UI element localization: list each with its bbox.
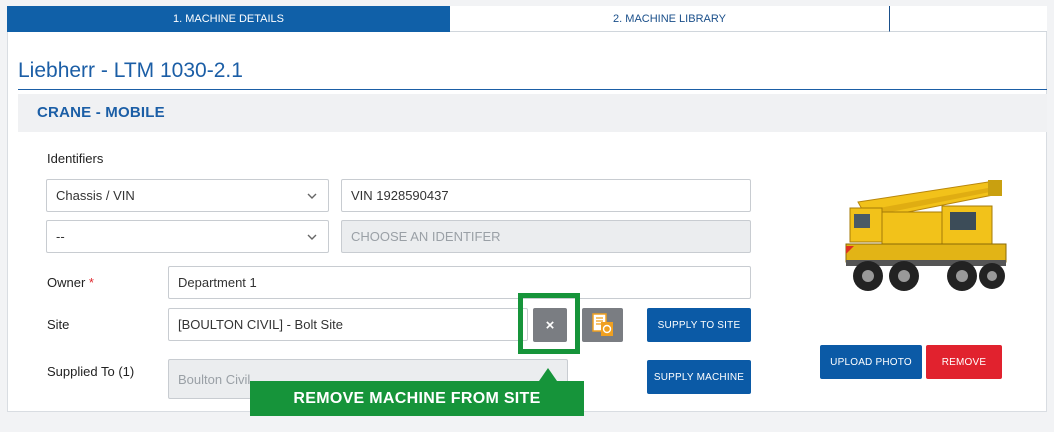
site-documents-button[interactable] <box>582 308 623 342</box>
identifier-type-select-2[interactable]: -- <box>46 220 329 253</box>
machine-category: CRANE - MOBILE <box>37 104 165 121</box>
supply-to-site-button[interactable]: SUPPLY TO SITE <box>647 308 751 342</box>
machine-title: Liebherr - LTM 1030-2.1 <box>18 59 243 82</box>
chevron-down-icon <box>307 234 317 240</box>
identifier-type-value-1: Chassis / VIN <box>56 188 135 203</box>
identifier-type-value-2: -- <box>56 229 65 244</box>
identifier-value-input-2[interactable]: CHOOSE AN IDENTIFER <box>341 220 751 253</box>
machine-photo <box>845 180 1007 291</box>
chevron-down-icon <box>307 193 317 199</box>
remove-photo-button[interactable]: REMOVE <box>926 345 1002 379</box>
identifier-value-input-1[interactable]: VIN 1928590437 <box>341 179 751 212</box>
upload-photo-button[interactable]: UPLOAD PHOTO <box>820 345 922 379</box>
tab-machine-details[interactable]: 1. MACHINE DETAILS <box>7 6 450 32</box>
identifier-type-select-1[interactable]: Chassis / VIN <box>46 179 329 212</box>
tab-bar: 1. MACHINE DETAILS 2. MACHINE LIBRARY <box>7 6 1047 32</box>
highlight-box <box>518 293 580 354</box>
callout-arrow <box>539 368 557 381</box>
tab-machine-library[interactable]: 2. MACHINE LIBRARY <box>450 6 890 32</box>
tab-empty <box>890 6 1047 32</box>
document-refresh-icon <box>591 313 613 336</box>
supplied-to-label: Supplied To (1) <box>47 364 135 379</box>
identifiers-label: Identifiers <box>47 151 104 166</box>
remove-machine-callout: REMOVE MACHINE FROM SITE <box>250 381 584 416</box>
site-label: Site <box>47 317 70 332</box>
site-input[interactable]: [BOULTON CIVIL] - Bolt Site <box>168 308 528 341</box>
owner-label: Owner * <box>47 275 94 290</box>
title-divider <box>18 89 1047 90</box>
owner-input[interactable]: Department 1 <box>168 266 751 299</box>
owner-label-text: Owner <box>47 275 86 290</box>
required-marker: * <box>88 275 94 290</box>
supply-machine-button[interactable]: SUPPLY MACHINE <box>647 360 751 394</box>
category-bar: CRANE - MOBILE <box>18 94 1047 132</box>
